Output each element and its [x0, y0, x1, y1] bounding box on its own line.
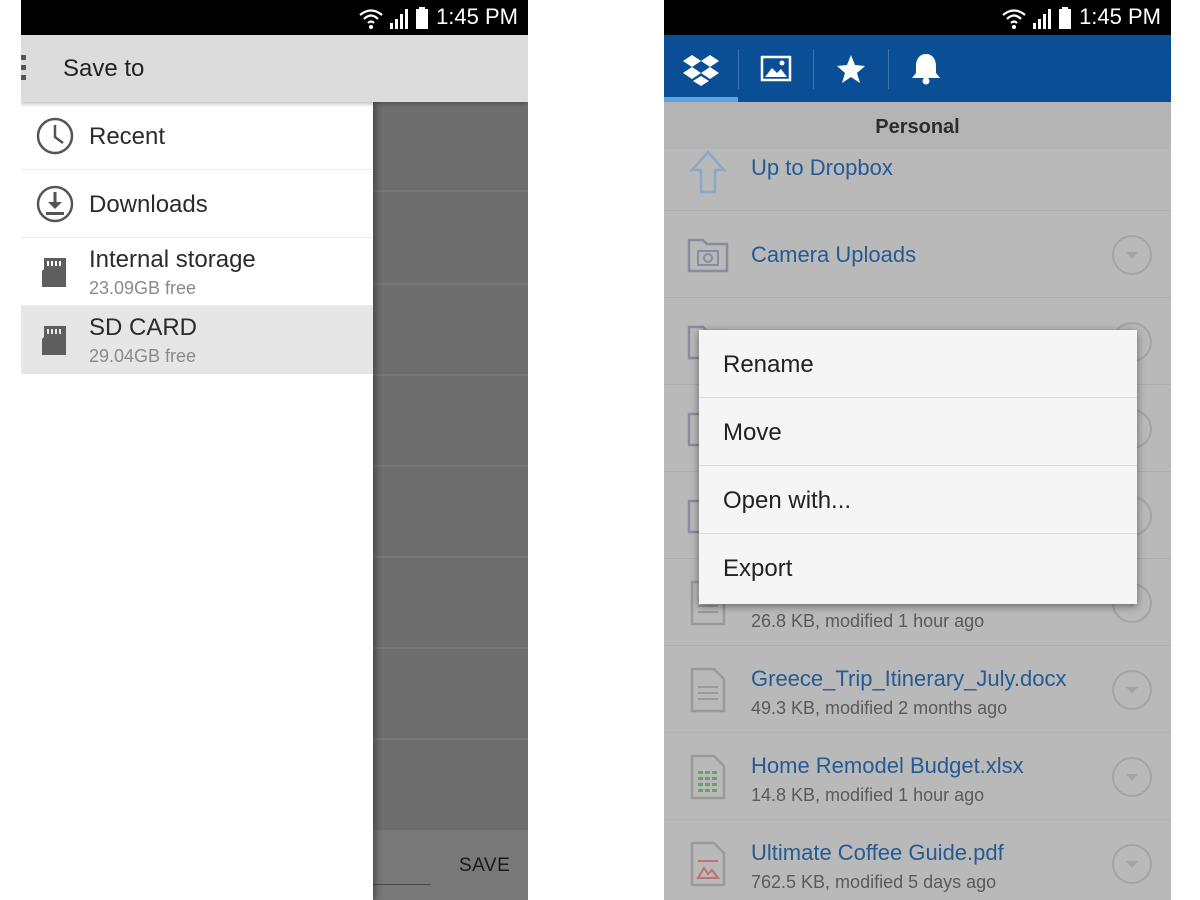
pdf-icon: [690, 841, 726, 887]
list-divider: [373, 374, 528, 376]
list-item-file[interactable]: Greece_Trip_Itinerary_July.docx 49.3 KB,…: [664, 646, 1171, 733]
file-meta: 26.8 KB, modified 1 hour ago: [751, 611, 985, 631]
tab-notifications[interactable]: [889, 35, 963, 102]
list-divider: [373, 556, 528, 558]
document-icon: [690, 667, 726, 713]
list-item-up[interactable]: Up to Dropbox: [664, 124, 1171, 211]
row-menu-button[interactable]: [1112, 235, 1152, 275]
menu-item-label: Open with...: [723, 487, 852, 514]
list-item-file[interactable]: Ultimate Coffee Guide.pdf 762.5 KB, modi…: [664, 820, 1171, 900]
menu-item-label: Export: [723, 555, 793, 582]
menu-item-rename[interactable]: Rename: [699, 330, 1137, 398]
list-divider: [373, 738, 528, 740]
tab-favorites[interactable]: [814, 35, 888, 102]
clock-icon: [36, 117, 74, 155]
wifi-icon: [359, 9, 383, 24]
status-bar: 1:45 PM: [664, 0, 1171, 35]
signal-icon: [390, 9, 408, 29]
row-menu-button[interactable]: [1112, 670, 1152, 710]
drawer-item-label: Internal storage: [89, 246, 256, 273]
row-menu-button[interactable]: [1112, 757, 1152, 797]
dropbox-screen: 1:45 PM Personal Up to Dropbox Camera Up…: [664, 0, 1171, 900]
status-time: 1:45 PM: [436, 4, 518, 29]
tab-bar: [664, 35, 1171, 102]
context-menu: Rename Move Open with... Export: [699, 330, 1137, 604]
status-bar: 1:45 PM: [21, 0, 528, 35]
save-to-screen: 1:45 PM Save to SAVE Recent Downloads In…: [21, 0, 528, 900]
list-divider: [373, 647, 528, 649]
menu-item-label: Rename: [723, 351, 814, 378]
menu-item-open-with[interactable]: Open with...: [699, 466, 1137, 534]
dropbox-icon: [683, 55, 719, 86]
file-meta: 762.5 KB, modified 5 days ago: [751, 872, 997, 892]
up-arrow-icon: [689, 150, 727, 194]
sd-card-icon: [42, 258, 66, 287]
dimmed-background[interactable]: SAVE: [373, 102, 528, 900]
wifi-icon: [1002, 9, 1026, 24]
tab-files[interactable]: [664, 35, 738, 102]
drawer-item-label: SD CARD: [89, 314, 198, 341]
status-time: 1:45 PM: [1079, 4, 1161, 29]
menu-item-export[interactable]: Export: [699, 534, 1137, 604]
spreadsheet-icon: [690, 754, 726, 800]
list-divider: [373, 190, 528, 192]
free-space-text: 23.09GB free: [89, 278, 197, 298]
save-bar: SAVE: [373, 830, 528, 900]
drawer-item-label: Downloads: [89, 191, 208, 218]
battery-icon: [1059, 7, 1071, 29]
save-button[interactable]: SAVE: [459, 855, 510, 877]
row-menu-button[interactable]: [1112, 844, 1152, 884]
overflow-menu-icon[interactable]: [21, 55, 27, 83]
menu-item-label: Move: [723, 419, 782, 446]
drawer-item-recent[interactable]: Recent: [21, 102, 373, 170]
file-name: Camera Uploads: [751, 242, 917, 267]
storage-drawer: Recent Downloads Internal storage 23.09G…: [21, 102, 373, 900]
file-meta: 14.8 KB, modified 1 hour ago: [751, 785, 985, 805]
sd-card-icon: [42, 326, 66, 355]
tab-photos[interactable]: [739, 35, 813, 102]
file-meta: 49.3 KB, modified 2 months ago: [751, 698, 1008, 718]
file-name: Up to Dropbox: [751, 155, 893, 180]
download-icon: [36, 185, 74, 223]
file-name: Home Remodel Budget.xlsx: [751, 753, 1024, 778]
status-icons: [359, 7, 428, 29]
bell-icon: [912, 54, 940, 85]
list-divider: [373, 283, 528, 285]
list-item-folder[interactable]: Camera Uploads: [664, 211, 1171, 298]
filename-input[interactable]: [373, 884, 431, 885]
drawer-item-internal-storage[interactable]: Internal storage 23.09GB free: [21, 238, 373, 306]
menu-item-move[interactable]: Move: [699, 398, 1137, 466]
list-item-file[interactable]: Home Remodel Budget.xlsx 14.8 KB, modifi…: [664, 733, 1171, 820]
page-title: Save to: [63, 55, 145, 82]
status-icons: [1002, 7, 1071, 29]
star-icon: [837, 55, 865, 83]
drawer-item-downloads[interactable]: Downloads: [21, 170, 373, 238]
signal-icon: [1033, 9, 1051, 29]
app-bar: Save to: [21, 35, 528, 102]
camera-folder-icon: [687, 238, 729, 273]
file-name: Greece_Trip_Itinerary_July.docx: [751, 666, 1067, 691]
battery-icon: [416, 7, 428, 29]
drawer-item-sd-card[interactable]: SD CARD 29.04GB free: [21, 306, 373, 374]
photos-icon: [760, 55, 792, 82]
free-space-text: 29.04GB free: [89, 346, 197, 366]
file-name: Ultimate Coffee Guide.pdf: [751, 840, 1004, 865]
drawer-item-label: Recent: [89, 123, 166, 150]
list-divider: [373, 465, 528, 467]
